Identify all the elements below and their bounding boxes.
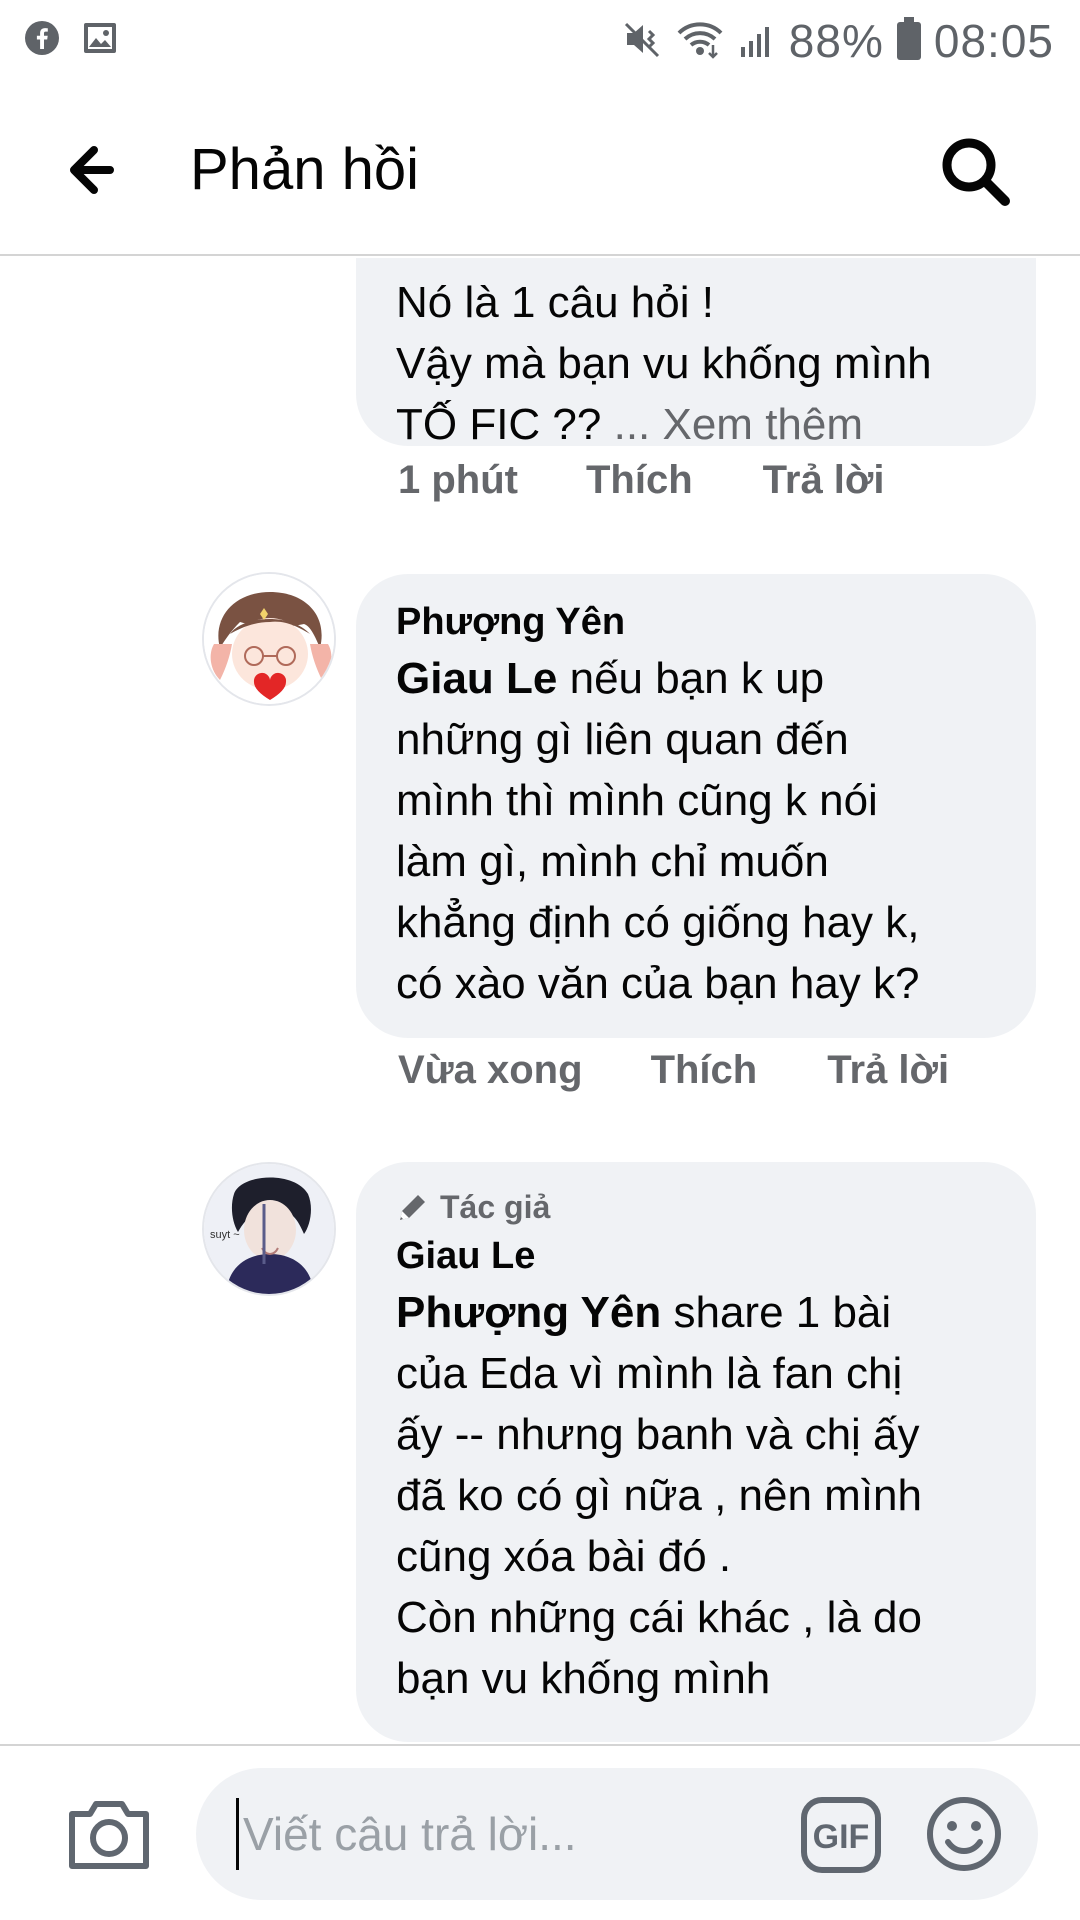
search-button[interactable] <box>936 132 1016 212</box>
reply-input[interactable] <box>236 1798 756 1870</box>
comment-text: Nó là 1 câu hỏi ! Vậy mà bạn vu khống mì… <box>396 272 996 455</box>
reply-box: GIF <box>196 1768 1038 1900</box>
see-more-link[interactable]: ... Xem thêm <box>614 400 863 449</box>
comment-body: share 1 bài của Eda vì mình là fan chị ấ… <box>396 1288 923 1703</box>
svg-text:suyt ~: suyt ~ <box>210 1229 240 1241</box>
search-icon <box>942 138 1010 206</box>
battery-percentage: 88% <box>788 15 884 67</box>
clock: 08:05 <box>933 15 1054 67</box>
emoji-button[interactable] <box>924 1794 1004 1874</box>
avatar[interactable] <box>202 572 336 706</box>
arrow-left-icon <box>70 146 114 194</box>
comment-text: Phượng Yên share 1 bài của Eda vì mình l… <box>396 1282 996 1709</box>
replies-feed[interactable]: Nó là 1 câu hỏi ! Vậy mà bạn vu khống mì… <box>0 258 1080 1742</box>
reply-bar: GIF <box>0 1744 1080 1920</box>
comment-text: Giau Le nếu bạn k up những gì liên quan … <box>396 648 996 1014</box>
reply-button[interactable]: Trả lời <box>763 458 885 503</box>
mute-vibrate-icon <box>623 19 663 64</box>
like-button[interactable]: Thích <box>586 458 693 503</box>
app-header: Phản hồi <box>0 84 1080 256</box>
image-icon <box>82 20 118 61</box>
author-badge-label: Tác giả <box>440 1189 551 1225</box>
comment-bubble: Nó là 1 câu hỏi ! Vậy mà bạn vu khống mì… <box>356 258 1036 449</box>
comment-author[interactable]: Giau Le <box>396 1230 996 1282</box>
author-badge: Tác giả <box>396 1184 996 1230</box>
battery-icon <box>896 16 922 66</box>
camera-icon <box>69 1801 149 1869</box>
status-bar: 88% 08:05 <box>0 0 1080 84</box>
like-button[interactable]: Thích <box>651 1048 758 1093</box>
back-button[interactable] <box>60 134 132 206</box>
avatar[interactable]: suyt ~ <box>202 1162 336 1296</box>
page-title: Phản hồi <box>190 137 419 202</box>
comment-time: 1 phút <box>398 458 518 502</box>
facebook-icon <box>24 20 60 61</box>
comment-actions: 1 phút Thích Trả lời <box>398 458 884 503</box>
mention-link[interactable]: Phượng Yên <box>396 1288 661 1337</box>
reply-button[interactable]: Trả lời <box>827 1048 949 1093</box>
comment-actions: Vừa xong Thích Trả lời <box>398 1048 949 1093</box>
gif-label: GIF <box>813 1818 870 1856</box>
pencil-icon <box>400 1195 425 1220</box>
camera-button[interactable] <box>66 1794 152 1874</box>
gif-button[interactable]: GIF <box>800 1796 882 1874</box>
wifi-icon <box>675 19 725 64</box>
mention-link[interactable]: Giau Le <box>396 654 557 703</box>
comment-body: nếu bạn k up những gì liên quan đến mình… <box>396 654 920 1008</box>
signal-icon <box>737 19 777 64</box>
comment-author[interactable]: Phượng Yên <box>396 596 996 648</box>
smiley-icon <box>927 1797 1001 1871</box>
comment-bubble: Tác giả Giau Le Phượng Yên share 1 bài c… <box>356 1162 1036 1742</box>
comment-bubble: Phượng Yên Giau Le nếu bạn k up những gì… <box>356 574 1036 1038</box>
comment-time: Vừa xong <box>398 1048 583 1092</box>
